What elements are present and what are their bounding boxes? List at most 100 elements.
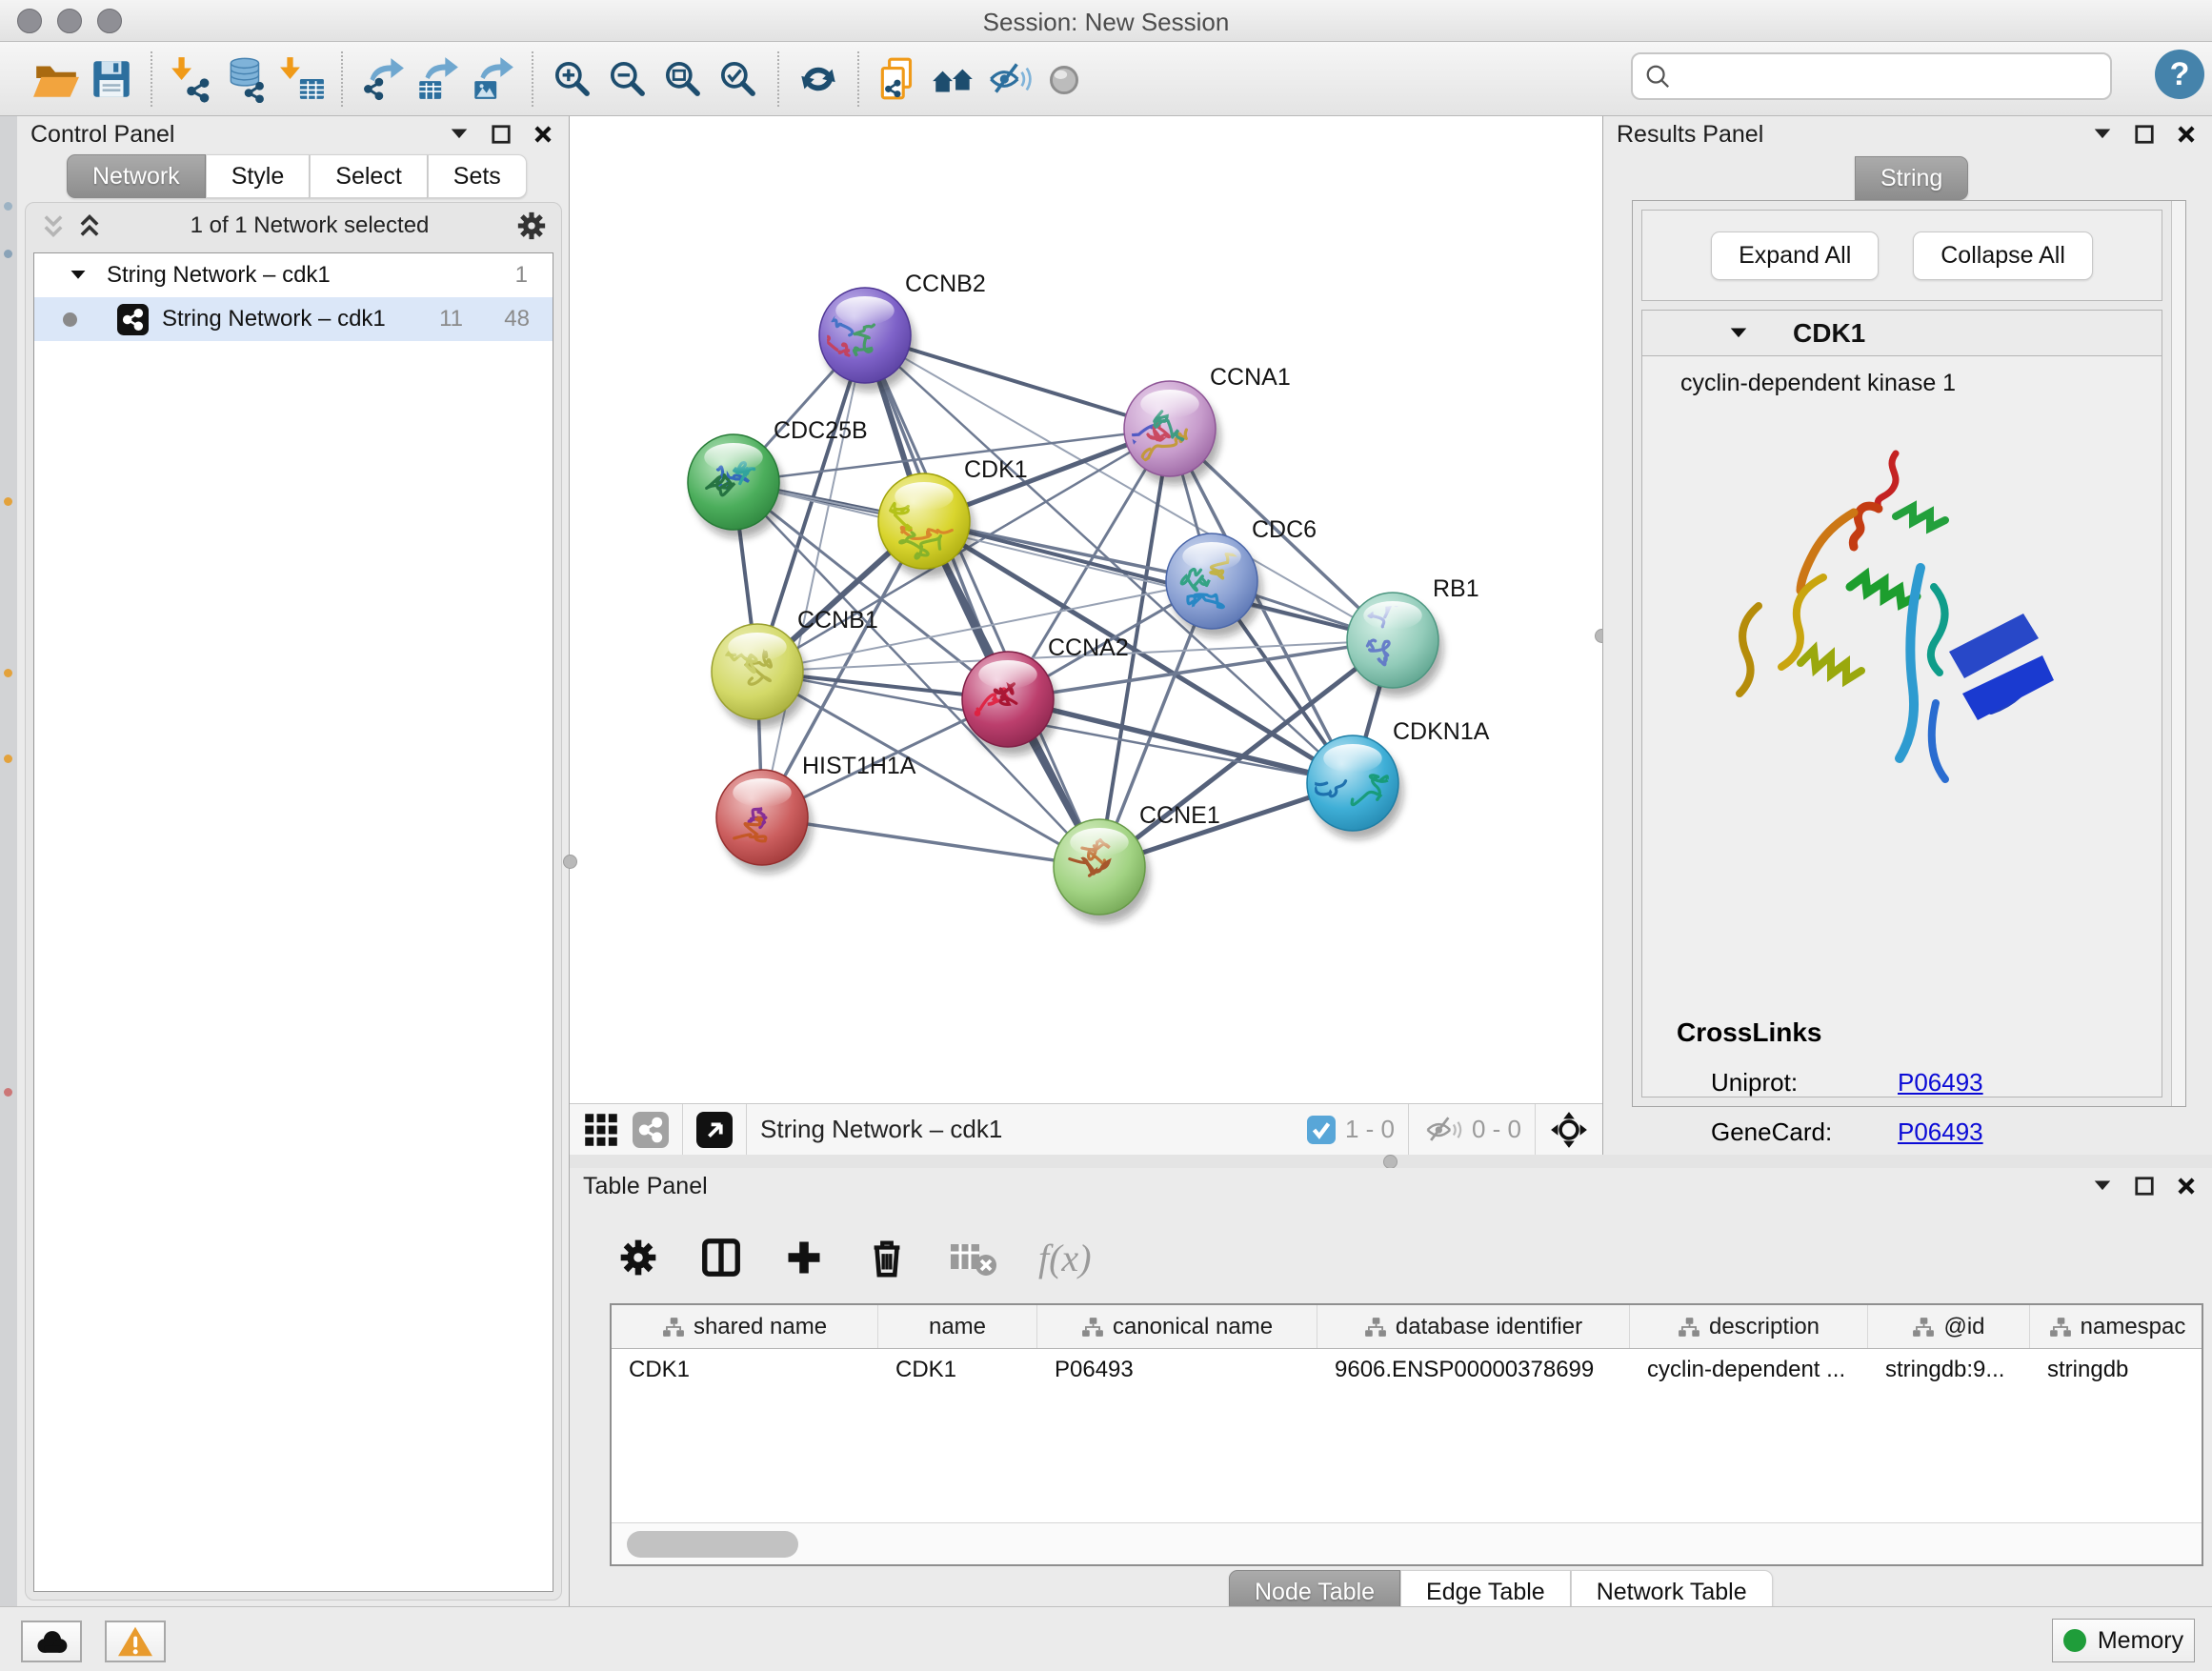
memory-button[interactable]: Memory	[2052, 1619, 2195, 1662]
window-title: Session: New Session	[0, 8, 2212, 37]
scrollbar-thumb[interactable]	[627, 1531, 798, 1558]
collapse-all-button[interactable]: Collapse All	[1913, 232, 2093, 280]
expand-all-networks-icon[interactable]	[39, 211, 68, 240]
node-label-HIST1H1A: HIST1H1A	[802, 753, 916, 779]
collapse-all-networks-icon[interactable]	[75, 211, 104, 240]
export-network-button[interactable]	[354, 50, 410, 109]
warnings-button[interactable]	[105, 1621, 166, 1662]
crosslinks-title: CrossLinks	[1677, 1017, 2142, 1048]
table-gear-icon[interactable]	[617, 1237, 659, 1278]
export-table-button[interactable]	[410, 50, 465, 109]
view-mode-icon[interactable]	[633, 1112, 669, 1148]
tab-string[interactable]: String	[1855, 156, 1968, 200]
table-cell[interactable]: stringdb	[2030, 1349, 2203, 1391]
edge-CCNB2-HIST1H1A[interactable]	[762, 335, 865, 817]
cloud-button[interactable]	[21, 1621, 82, 1662]
table-cell[interactable]: cyclin-dependent ...	[1630, 1349, 1868, 1391]
export-image-button[interactable]	[465, 50, 520, 109]
table-cell[interactable]: CDK1	[612, 1349, 878, 1391]
add-column-icon[interactable]	[783, 1237, 825, 1278]
zoom-fit-button[interactable]	[655, 50, 711, 109]
panel-close-icon[interactable]	[2176, 124, 2197, 145]
crosslink-link[interactable]: P06493	[1898, 1117, 1983, 1147]
column-header-description[interactable]: description	[1630, 1305, 1868, 1348]
node-CCNE1[interactable]	[1054, 819, 1150, 923]
table-h-scrollbar[interactable]	[612, 1522, 2202, 1564]
zoom-selected-button[interactable]	[711, 50, 766, 109]
node-CDC6[interactable]	[1166, 534, 1262, 637]
hide-selected-button[interactable]	[981, 50, 1036, 109]
clone-network-icon	[875, 55, 922, 103]
first-neighbors-button[interactable]	[926, 50, 981, 109]
results-scrollbar[interactable]	[2171, 201, 2185, 1106]
help-button[interactable]: ?	[2155, 50, 2204, 99]
panel-close-icon[interactable]	[533, 124, 553, 145]
current-network-title: String Network – cdk1	[760, 1115, 1002, 1144]
panel-float-icon[interactable]	[491, 124, 512, 145]
edge-CCNB2-CCNE1[interactable]	[865, 335, 1099, 867]
node-CCNA2[interactable]	[962, 652, 1058, 755]
splitter-grip[interactable]	[1383, 1155, 1398, 1169]
network-canvas[interactable]: CCNB2CCNA1CDC25BCDK1CDC6RB1CCNB1CCNA2CDK…	[570, 116, 1602, 1103]
collection-expander-icon[interactable]	[69, 266, 88, 285]
panel-float-icon[interactable]	[2134, 1176, 2155, 1197]
node-RB1[interactable]	[1347, 593, 1443, 696]
save-session-button[interactable]	[84, 50, 139, 109]
panel-menu-icon[interactable]	[2092, 1176, 2113, 1197]
node-CDC25B[interactable]	[688, 434, 784, 538]
left-splitter-grip[interactable]	[563, 855, 577, 869]
edge-HIST1H1A-CCNE1[interactable]	[762, 817, 1099, 867]
column-header-database-identifier[interactable]: database identifier	[1317, 1305, 1630, 1348]
search-box[interactable]	[1631, 52, 2112, 100]
search-input[interactable]	[1679, 62, 2110, 91]
collection-count: 1	[515, 262, 528, 289]
show-all-button[interactable]	[1036, 50, 1092, 109]
table-cell[interactable]: CDK1	[878, 1349, 1037, 1391]
tab-select[interactable]: Select	[310, 154, 427, 198]
node-details-header[interactable]: CDK1	[1642, 311, 2162, 356]
grid-mode-icon[interactable]	[583, 1112, 619, 1148]
import-network-database-button[interactable]	[219, 50, 274, 109]
panel-close-icon[interactable]	[2176, 1176, 2197, 1197]
table-cell[interactable]: P06493	[1037, 1349, 1317, 1391]
edge-CDK1-RB1[interactable]	[924, 521, 1393, 640]
tab-style[interactable]: Style	[206, 154, 311, 198]
tab-network[interactable]: Network	[67, 154, 206, 198]
column-header-canonical-name[interactable]: canonical name	[1037, 1305, 1317, 1348]
table-cell[interactable]: stringdb:9...	[1868, 1349, 2030, 1391]
node-CDK1[interactable]	[878, 473, 975, 577]
column-header-@id[interactable]: @id	[1868, 1305, 2030, 1348]
delete-column-icon[interactable]	[865, 1236, 909, 1279]
column-header-shared-name[interactable]: shared name	[612, 1305, 878, 1348]
import-table-button[interactable]	[274, 50, 330, 109]
open-session-button[interactable]	[29, 50, 84, 109]
clone-network-button[interactable]	[871, 50, 926, 109]
column-header-name[interactable]: name	[878, 1305, 1037, 1348]
table-row[interactable]: CDK1CDK1P064939606.ENSP00000378699cyclin…	[612, 1349, 2202, 1391]
node-HIST1H1A[interactable]	[716, 770, 813, 874]
gear-icon[interactable]	[515, 210, 548, 242]
network-row-selected[interactable]: String Network – cdk1 11 48	[34, 297, 553, 341]
crosslink-link[interactable]: P06493	[1898, 1068, 1983, 1097]
panel-menu-icon[interactable]	[2092, 124, 2113, 145]
node-label-CDKN1A: CDKN1A	[1393, 718, 1490, 745]
panel-float-icon[interactable]	[2134, 124, 2155, 145]
hide-selected-icon	[985, 55, 1033, 103]
show-columns-icon[interactable]	[699, 1236, 743, 1279]
column-header-namespac[interactable]: namespac	[2030, 1305, 2203, 1348]
refresh-layout-button[interactable]	[791, 50, 846, 109]
tab-sets[interactable]: Sets	[428, 154, 527, 198]
zoom-in-button[interactable]	[545, 50, 600, 109]
fit-content-crosshair-icon[interactable]	[1549, 1110, 1589, 1150]
selected-checkbox-icon[interactable]	[1307, 1116, 1336, 1144]
expand-all-button[interactable]: Expand All	[1711, 232, 1879, 280]
node-CCNA1[interactable]	[1114, 381, 1220, 485]
network-collection-row[interactable]: String Network – cdk1 1	[34, 253, 553, 297]
table-cell[interactable]: 9606.ENSP00000378699	[1317, 1349, 1630, 1391]
panel-menu-icon[interactable]	[449, 124, 470, 145]
import-network-file-button[interactable]	[164, 50, 219, 109]
zoom-out-button[interactable]	[600, 50, 655, 109]
node-CDKN1A[interactable]	[1306, 735, 1403, 839]
collapse-entry-icon[interactable]	[1728, 323, 1749, 344]
birds-eye-view-icon[interactable]	[696, 1112, 733, 1148]
